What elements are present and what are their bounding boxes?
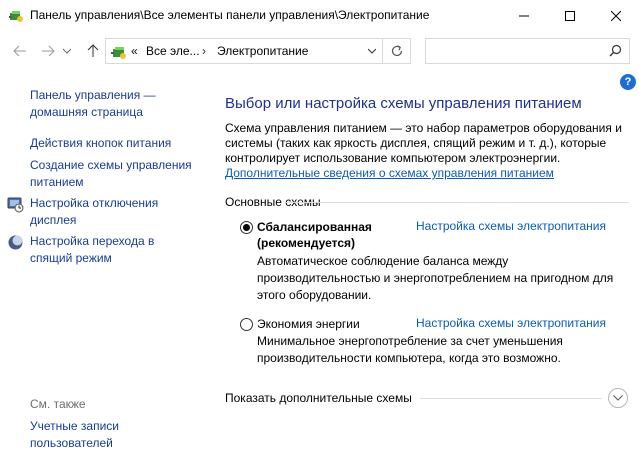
sidebar-link-display-off[interactable]: Настройка отключения дисплея [30,195,180,229]
maximize-icon [565,11,575,21]
plan-name-balanced[interactable]: Сбалансированная (рекомендуется) [257,219,407,251]
plan-settings-link-balanced[interactable]: Настройка схемы электропитания [416,219,606,233]
plan-radio-power-saver[interactable] [240,318,253,331]
minimize-button[interactable] [501,0,547,32]
sleep-moon-icon [7,234,24,251]
plan-settings-link-power-saver[interactable]: Настройка схемы электропитания [416,316,606,330]
section-divider [286,202,629,203]
title-bar: Панель управления\Все элементы панели уп… [0,0,639,32]
refresh-icon [391,45,402,57]
window-title: Панель управления\Все элементы панели уп… [30,8,430,22]
plan-description-balanced: Автоматическое соблюдение баланса между … [257,254,614,302]
arrow-up-icon [87,44,99,57]
breadcrumb-power-options[interactable]: Электропитание [217,44,308,58]
chevron-down-icon [63,48,71,54]
power-options-icon [111,44,127,60]
sidebar-link-home[interactable]: Панель управления — домашняя страница [30,87,180,121]
breadcrumb-overflow[interactable]: « [131,44,138,58]
sidebar-link-create-plan[interactable]: Создание схемы управления питанием [30,157,195,191]
show-more-plans-label[interactable]: Показать дополнительные схемы [225,391,412,405]
plan-name-power-saver[interactable]: Экономия энергии [257,316,407,332]
back-button[interactable] [9,40,31,62]
arrow-left-icon [13,45,26,57]
expand-plans-button[interactable] [608,388,628,408]
more-info-link[interactable]: Дополнительные сведения о схемах управле… [225,166,554,180]
search-icon[interactable] [609,44,622,60]
breadcrumb-all-items[interactable]: Все эле... [146,44,200,58]
maximize-button[interactable] [547,0,593,32]
chevron-down-icon [368,48,376,54]
recent-locations-button[interactable] [60,40,74,62]
up-button[interactable] [82,40,104,62]
address-dropdown-button[interactable] [362,39,382,63]
plan-description-power-saver: Минимальное энергопотребление за счет ум… [257,334,563,365]
chevron-down-icon [613,395,623,401]
show-more-divider [420,398,602,399]
navigation-bar: « Все эле... › Электропитание [0,32,639,70]
refresh-button[interactable] [382,39,410,63]
sidebar-link-power-buttons[interactable]: Действия кнопок питания [30,135,200,152]
see-also-label: См. также [30,397,86,411]
breadcrumb-chevron-icon[interactable]: › [202,44,206,58]
sidebar-link-sleep[interactable]: Настройка перехода в спящий режим [30,233,190,267]
close-icon [611,11,621,21]
power-options-icon [9,9,23,23]
plan-radio-balanced[interactable] [240,221,253,234]
help-button[interactable]: ? [620,74,636,90]
intro-text: Схема управления питанием — это набор па… [225,121,622,165]
arrow-right-icon [42,45,55,57]
display-off-icon [7,196,24,213]
address-bar[interactable]: « Все эле... › Электропитание [105,38,411,64]
sidebar-link-user-accounts[interactable]: Учетные записи пользователей [30,418,150,452]
close-button[interactable] [593,0,639,32]
search-input[interactable] [425,38,630,64]
forward-button[interactable] [37,40,59,62]
page-title: Выбор или настройка схемы управления пит… [225,95,582,112]
minimize-icon [519,15,529,17]
